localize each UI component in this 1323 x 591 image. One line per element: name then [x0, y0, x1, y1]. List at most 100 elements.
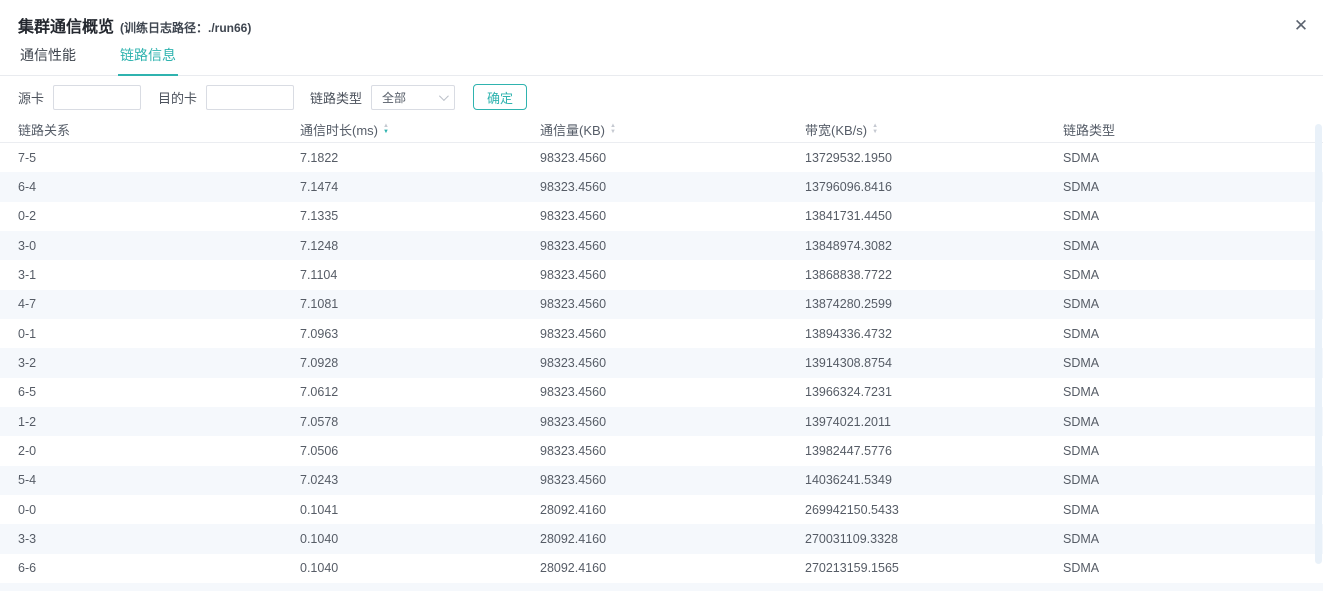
dialog-header: 集群通信概览 (训练日志路径：./run66)	[0, 0, 1323, 37]
dest-card-filter: 目的卡	[158, 85, 294, 110]
source-card-input[interactable]	[53, 85, 141, 110]
page-subtitle: (训练日志路径：./run66)	[120, 21, 251, 35]
filter-bar: 源卡 目的卡 链路类型 全部 确定	[0, 76, 1323, 116]
table-cell: 0.1040	[300, 532, 540, 546]
table-cell: 13914308.8754	[805, 356, 1063, 370]
table-cell: 2-0	[18, 444, 300, 458]
table-cell: 98323.4560	[540, 415, 805, 429]
table-scrollbar[interactable]	[1315, 124, 1322, 564]
cluster-communication-dialog: 集群通信概览 (训练日志路径：./run66) ✕ 通信性能 链路信息 源卡 目的…	[0, 0, 1323, 564]
table-cell: 98323.4560	[540, 297, 805, 311]
table-cell: 269942150.5433	[805, 503, 1063, 517]
link-type-label: 链路类型	[310, 88, 362, 107]
table-row: 0-27.133598323.456013841731.4450SDMA	[0, 202, 1323, 231]
source-card-filter: 源卡	[18, 85, 141, 110]
column-label: 链路关系	[18, 120, 70, 139]
table-cell: 13841731.4450	[805, 209, 1063, 223]
column-header-1: 链路关系	[18, 120, 300, 139]
table-cell: 13868838.7722	[805, 268, 1063, 282]
table-cell: 98323.4560	[540, 268, 805, 282]
table-cell: 270031109.3328	[805, 532, 1063, 546]
table-cell: 98323.4560	[540, 444, 805, 458]
table-cell: 0.1041	[300, 503, 540, 517]
table-cell: 3-1	[18, 268, 300, 282]
table-row: 2-07.050698323.456013982447.5776SDMA	[0, 436, 1323, 465]
table-row: 4-77.108198323.456013874280.2599SDMA	[0, 290, 1323, 319]
sort-icon[interactable]: ▲▼	[610, 124, 616, 135]
table-cell: SDMA	[1063, 356, 1323, 370]
link-type-filter: 链路类型 全部	[310, 85, 455, 110]
close-icon[interactable]: ✕	[1291, 16, 1311, 36]
table-cell: 7.1335	[300, 209, 540, 223]
table-cell: 1-2	[18, 415, 300, 429]
table-row: 3-30.104028092.4160270031109.3328SDMA	[0, 524, 1323, 553]
table-cell: SDMA	[1063, 268, 1323, 282]
table-cell: 7.1081	[300, 297, 540, 311]
table-cell: 14036241.5349	[805, 473, 1063, 487]
table-cell: 7.0243	[300, 473, 540, 487]
table-row: 6-57.061298323.456013966324.7231SDMA	[0, 378, 1323, 407]
tab-link-info[interactable]: 链路信息	[118, 40, 178, 76]
dest-card-input[interactable]	[206, 85, 294, 110]
table-cell: 13729532.1950	[805, 151, 1063, 165]
link-type-select[interactable]: 全部	[371, 85, 455, 110]
table-row: 3-27.092898323.456013914308.8754SDMA	[0, 348, 1323, 377]
table-cell: 7.1104	[300, 268, 540, 282]
table-cell: 0-2	[18, 209, 300, 223]
table-cell: SDMA	[1063, 327, 1323, 341]
table-cell: 7.1474	[300, 180, 540, 194]
table-cell: 4-7	[18, 297, 300, 311]
table-cell: 0-1	[18, 327, 300, 341]
table-cell: 0-0	[18, 503, 300, 517]
table-cell: SDMA	[1063, 239, 1323, 253]
table-cell: SDMA	[1063, 209, 1323, 223]
table-cell: 13796096.8416	[805, 180, 1063, 194]
table-row: 6-47.147498323.456013796096.8416SDMA	[0, 172, 1323, 201]
sort-desc-caret: ▼	[872, 130, 878, 135]
table-cell: 6-4	[18, 180, 300, 194]
column-header-4[interactable]: 带宽(KB/s)▲▼	[805, 120, 1063, 139]
sort-desc-caret: ▼	[610, 130, 616, 135]
table-cell: 7.0506	[300, 444, 540, 458]
link-info-table: 链路关系通信时长(ms)▲▼通信量(KB)▲▼带宽(KB/s)▲▼链路类型 7-…	[0, 116, 1323, 591]
table-row-partial	[0, 583, 1323, 591]
page-title: 集群通信概览	[18, 19, 114, 36]
table-cell: 28092.4160	[540, 503, 805, 517]
table-cell: 7.0963	[300, 327, 540, 341]
table-cell: SDMA	[1063, 151, 1323, 165]
table-cell: 3-0	[18, 239, 300, 253]
table-row: 6-60.104028092.4160270213159.1565SDMA	[0, 554, 1323, 583]
table-cell: SDMA	[1063, 532, 1323, 546]
table-cell: 7-5	[18, 151, 300, 165]
table-cell: 13848974.3082	[805, 239, 1063, 253]
table-row: 0-17.096398323.456013894336.4732SDMA	[0, 319, 1323, 348]
table-row: 3-17.110498323.456013868838.7722SDMA	[0, 260, 1323, 289]
column-header-5: 链路类型	[1063, 120, 1323, 139]
source-card-label: 源卡	[18, 88, 44, 107]
table-row: 1-27.057898323.456013974021.2011SDMA	[0, 407, 1323, 436]
sort-icon[interactable]: ▲▼	[383, 124, 389, 135]
table-cell: 98323.4560	[540, 327, 805, 341]
table-cell: 3-2	[18, 356, 300, 370]
table-cell: 98323.4560	[540, 180, 805, 194]
table-cell: 7.0928	[300, 356, 540, 370]
table-cell: 98323.4560	[540, 356, 805, 370]
column-header-2[interactable]: 通信时长(ms) ▲▼	[300, 120, 540, 139]
table-cell: SDMA	[1063, 297, 1323, 311]
table-cell: 98323.4560	[540, 151, 805, 165]
confirm-button[interactable]: 确定	[473, 84, 527, 110]
table-cell: 6-5	[18, 385, 300, 399]
table-cell: 13874280.2599	[805, 297, 1063, 311]
table-row: 3-07.124898323.456013848974.3082SDMA	[0, 231, 1323, 260]
tab-communication-performance[interactable]: 通信性能	[18, 40, 78, 75]
sort-icon[interactable]: ▲▼	[872, 124, 878, 135]
table-cell: SDMA	[1063, 444, 1323, 458]
table-row: 5-47.024398323.456014036241.5349SDMA	[0, 466, 1323, 495]
column-label: 通信量(KB)	[540, 120, 605, 139]
table-cell: SDMA	[1063, 473, 1323, 487]
column-header-3[interactable]: 通信量(KB) ▲▼	[540, 120, 805, 139]
table-cell: 5-4	[18, 473, 300, 487]
table-cell: 98323.4560	[540, 385, 805, 399]
column-label: 通信时长(ms)	[300, 120, 378, 139]
table-cell: 13974021.2011	[805, 415, 1063, 429]
